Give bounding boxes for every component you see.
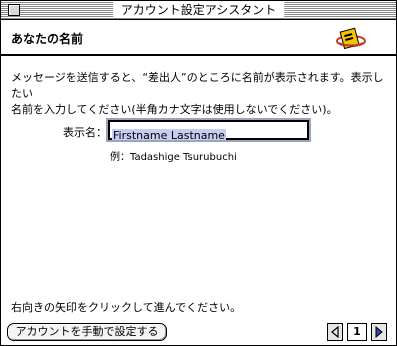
instruction-line-2: 名前を入力してください(半角カナ文字は使用しないでください)。 <box>11 103 338 116</box>
assistant-logo-icon <box>336 27 366 50</box>
example-text: 例：Tadashige Tsurubuchi <box>110 152 237 163</box>
footer-hint: 右向きの矢印をクリックして進んでください。 <box>11 301 242 314</box>
display-name-label: 表示名： <box>63 126 107 139</box>
previous-page-button[interactable] <box>327 323 343 341</box>
page-title: あなたの名前 <box>11 32 84 46</box>
close-box[interactable] <box>8 4 20 16</box>
next-page-button[interactable] <box>371 323 387 341</box>
display-name-input[interactable]: Firstname Lastname <box>106 118 311 142</box>
page-header: あなたの名前 <box>1 20 396 56</box>
title-bar[interactable]: アカウント設定アシスタント <box>1 1 396 20</box>
assistant-window: アカウント設定アシスタント あなたの名前 メッセージを送信すると、“差出人”のと… <box>0 0 397 346</box>
instruction-line-1: メッセージを送信すると、“差出人”のところに名前が表示されます。表示したい <box>11 71 384 100</box>
instruction-text: メッセージを送信すると、“差出人”のところに名前が表示されます。表示したい 名前… <box>11 70 391 118</box>
window-title: アカウント設定アシスタント <box>112 2 285 18</box>
left-arrow-icon <box>331 326 339 338</box>
display-name-value: Firstname Lastname <box>112 129 226 142</box>
right-arrow-icon <box>375 326 383 338</box>
page-number: 1 <box>347 323 367 341</box>
manual-setup-button[interactable]: アカウントを手動で設定する <box>7 323 167 341</box>
